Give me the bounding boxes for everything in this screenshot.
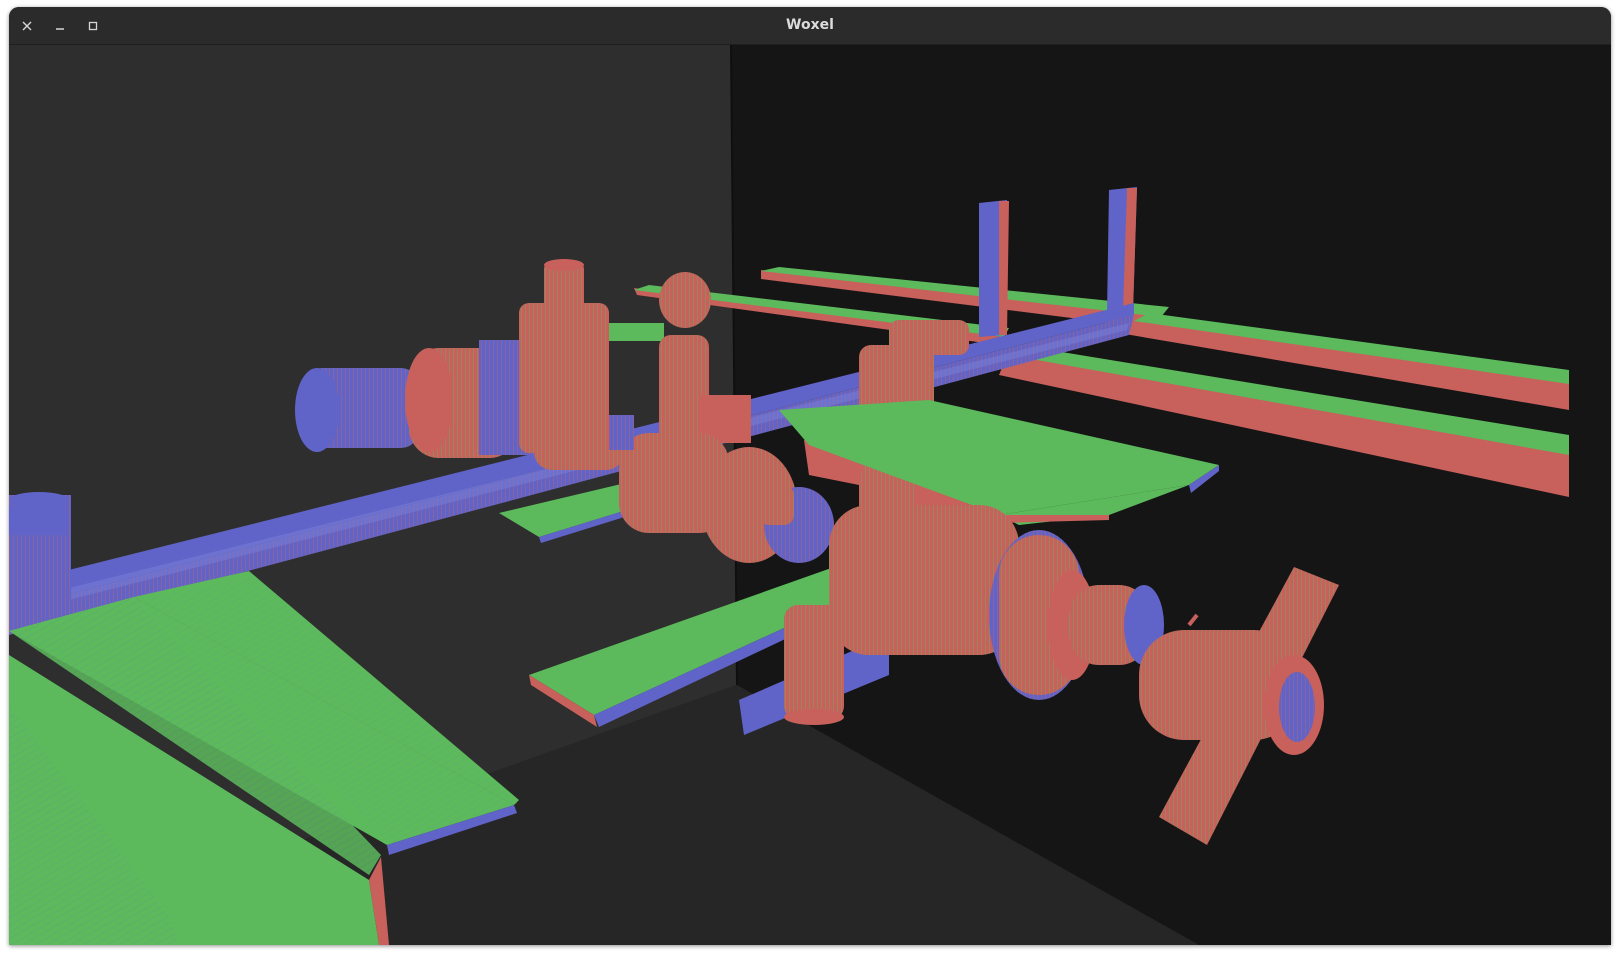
connector (759, 485, 794, 525)
title-bar[interactable]: Woxel (9, 7, 1611, 45)
module-far-left (9, 492, 71, 625)
app-window: Woxel (9, 7, 1611, 945)
window-title: Woxel (786, 17, 834, 33)
render-viewport[interactable] (9, 45, 1611, 945)
connector (609, 415, 634, 450)
